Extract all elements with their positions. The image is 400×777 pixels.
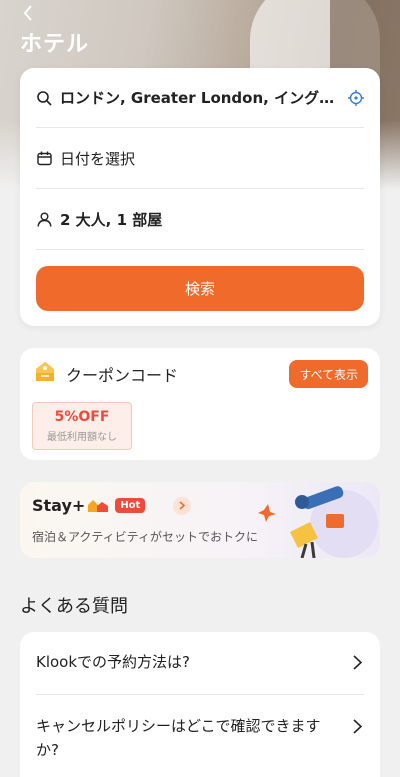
coupon-amount: 5%OFF [54,409,110,425]
coupon-ticket[interactable]: 5%OFF 最低利用額なし [32,402,132,450]
faq-card: Klookでの予約方法は? キャンセルポリシーはどこで確認できますか? [20,632,380,777]
view-all-button[interactable]: すべて表示 [289,360,368,388]
faq-item[interactable]: キャンセルポリシーはどこで確認できますか? [36,714,364,762]
page-title: ホテル [20,32,90,57]
coupon-tag-icon [32,359,58,389]
faq-question: キャンセルポリシーはどこで確認できますか? [36,717,321,759]
faq-heading: よくある質問 [20,596,128,617]
back-arrow-icon[interactable] [18,2,38,24]
stay-plus-brand: Stay+ Hot [32,496,192,515]
hot-badge: Hot [115,498,146,513]
coupon-condition: 最低利用額なし [47,432,117,443]
search-card: ロンドン, Greater London, イングランド 日付を選択 2 大人,… [20,68,380,326]
faq-question: Klookでの予約方法は? [36,653,191,671]
telescope-illustration [258,486,378,558]
date-field[interactable]: 日付を選択 [36,129,364,189]
faq-divider [36,694,364,695]
chevron-right-icon [350,714,364,738]
chevron-right-icon[interactable] [173,496,192,515]
stay-plus-subtitle: 宿泊＆アクティビティがセットでおトクに [32,530,258,544]
coupon-card: クーポンコード すべて表示 5%OFF 最低利用額なし [20,348,380,460]
guests-value: 2 大人, 1 部屋 [60,211,163,229]
person-icon [36,212,52,228]
guests-field[interactable]: 2 大人, 1 部屋 [36,190,364,250]
stay-plus-banner[interactable]: Stay+ Hot 宿泊＆アクティビティがセットでおトクに [20,482,380,558]
locate-icon[interactable] [348,89,364,106]
coupon-title: クーポンコード [66,366,179,385]
date-placeholder: 日付を選択 [60,150,136,168]
house-icon [87,499,109,513]
location-field[interactable]: ロンドン, Greater London, イングランド [36,68,364,128]
location-value: ロンドン, Greater London, イングランド [60,89,342,107]
stay-plus-logo-text: Stay+ [32,496,86,515]
coupon-header: クーポンコード すべて表示 [32,360,368,388]
faq-item[interactable]: Klookでの予約方法は? [36,650,364,674]
chevron-right-icon [350,650,364,674]
search-button[interactable]: 検索 [36,266,364,311]
search-icon [36,90,52,106]
calendar-icon [36,151,52,167]
